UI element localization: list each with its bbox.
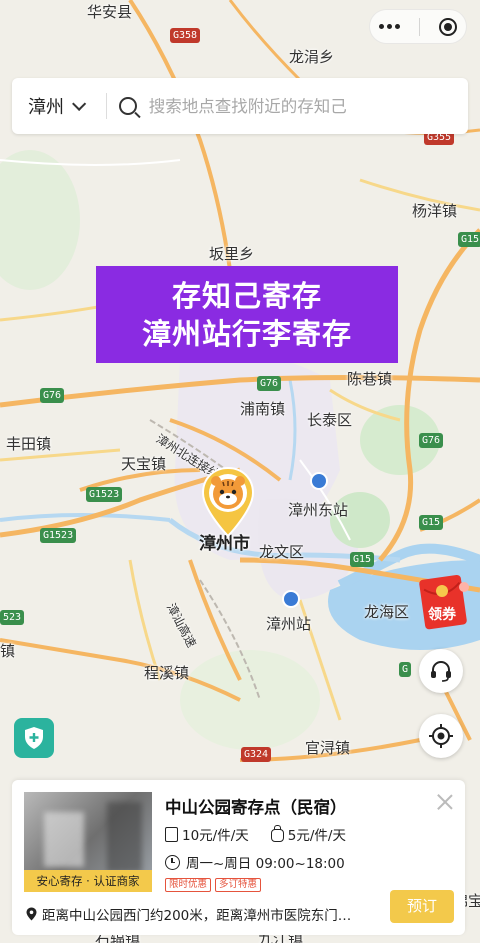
map-label: 漳州东站 [288, 501, 349, 519]
capsule-divider [418, 17, 420, 36]
map-label: 漳州站 [266, 615, 312, 633]
store-card[interactable]: 安心寄存 · 认证商家 中山公园寄存点（民宿） 10元/件/天 5元/件/天 周… [12, 780, 465, 935]
search-bar: 漳州 [12, 78, 468, 134]
banner-line: 漳州站行李寄存 [141, 317, 352, 351]
map-label: 坂里乡 [209, 245, 255, 263]
price-item: 5元/件/天 [270, 824, 346, 844]
road-shield: G76 [40, 388, 65, 403]
map-label: 天宝镇 [121, 455, 167, 473]
certified-badge: 安心寄存 · 认证商家 [24, 870, 152, 892]
coupon-label: 领券 [428, 606, 457, 623]
road-shield: G15 [350, 552, 375, 567]
map-label: 程溪镇 [144, 664, 190, 682]
price-small-text: 10元/件/天 [182, 828, 249, 844]
map-label: 龙海区 [364, 603, 410, 621]
crosshair-icon [429, 724, 453, 748]
price-item: 10元/件/天 [165, 824, 249, 844]
backpack-icon [270, 824, 284, 842]
headset-icon [431, 661, 451, 682]
promo-tag: 限时优惠 [165, 878, 212, 892]
map-label: 丰田镇 [6, 435, 52, 453]
map-label: 官浔镇 [305, 739, 351, 757]
road-shield: G15 [458, 232, 480, 247]
suitcase-icon [165, 826, 178, 842]
map-label: 长泰区 [307, 411, 353, 429]
store-address: 距离中山公园西门约200米，距离漳州市医院东门… [26, 904, 376, 924]
locate-me-button[interactable] [419, 714, 463, 758]
road-shield: G76 [257, 376, 282, 391]
safety-button[interactable] [14, 718, 54, 758]
miniprogram-capsule [369, 9, 467, 44]
map-label: 镇 [0, 642, 16, 660]
chevron-down-icon [72, 96, 87, 111]
map-label: 龙文区 [259, 543, 305, 561]
city-label: 漳州 [28, 97, 64, 118]
clock-icon [165, 854, 180, 870]
map-label: 龙涓乡 [289, 48, 335, 66]
opening-hours: 周一~周日 09:00~18:00 [165, 852, 345, 872]
hours-text: 周一~周日 09:00~18:00 [186, 856, 345, 872]
promo-tags: 限时优惠 多订特惠 [165, 878, 262, 892]
location-icon [26, 907, 37, 921]
coupon-redpacket[interactable]: 领券 [418, 573, 470, 631]
price-bag-text: 5元/件/天 [287, 828, 346, 844]
road-shield: G358 [170, 28, 201, 43]
promo-tag: 多订特惠 [215, 878, 262, 892]
map-label: 杨洋镇 [412, 202, 458, 220]
road-shield: G [399, 662, 412, 677]
divider [105, 93, 107, 119]
station-icon [310, 472, 328, 490]
map-label: 华安县 [87, 3, 133, 21]
road-shield: G1523 [86, 487, 123, 502]
station-icon [282, 590, 300, 608]
price-row: 10元/件/天 5元/件/天 [165, 824, 368, 844]
road-shield: G324 [241, 747, 272, 762]
road-shield: G1523 [40, 528, 77, 543]
customer-service-button[interactable] [419, 649, 463, 693]
store-title: 中山公园寄存点（民宿） [165, 798, 347, 817]
close-icon[interactable] [435, 792, 455, 812]
road-shield: G76 [419, 433, 444, 448]
search-icon [118, 97, 137, 115]
promo-banner: 存知己寄存 漳州站行李寄存 [96, 266, 398, 363]
storage-location-pin[interactable] [199, 466, 257, 538]
map-label: 浦南镇 [240, 400, 286, 418]
shield-plus-icon [25, 727, 43, 749]
more-icon[interactable] [379, 24, 401, 29]
address-text: 距离中山公园西门约200米，距离漳州市医院东门… [42, 908, 352, 924]
map-label: 陈巷镇 [347, 370, 393, 388]
banner-line: 存知己寄存 [171, 279, 322, 313]
road-shield: G15 [419, 515, 444, 530]
road-shield: 523 [0, 610, 25, 625]
city-selector[interactable]: 漳州 [12, 93, 106, 119]
book-button[interactable]: 预订 [390, 890, 454, 923]
close-miniprogram-icon[interactable] [438, 17, 457, 36]
search-input[interactable] [148, 96, 468, 116]
